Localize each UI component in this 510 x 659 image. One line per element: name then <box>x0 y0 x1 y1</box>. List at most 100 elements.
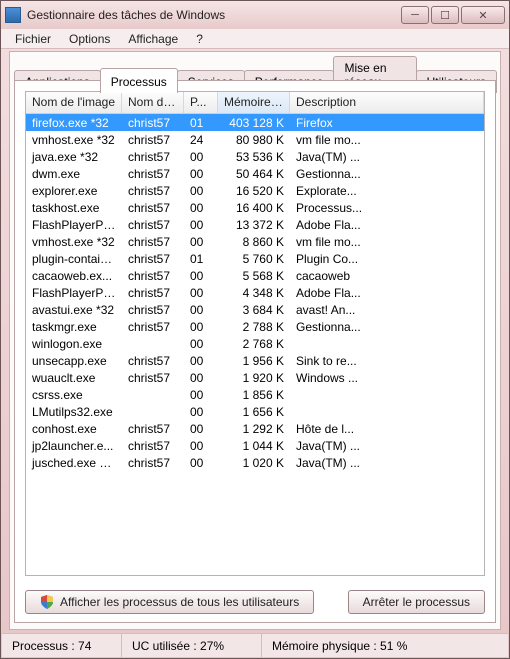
cell-memory: 403 128 K <box>218 116 290 130</box>
cell-user: christ57 <box>122 218 184 232</box>
cell-user: christ57 <box>122 286 184 300</box>
titlebar[interactable]: Gestionnaire des tâches de Windows ─ ☐ ✕ <box>1 1 509 29</box>
cell-user: christ57 <box>122 116 184 130</box>
menu-options[interactable]: Options <box>61 30 118 48</box>
table-row[interactable]: LMutilps32.exe001 656 K <box>26 403 484 420</box>
cell-memory: 1 956 K <box>218 354 290 368</box>
cell-description: Sink to re... <box>290 354 484 368</box>
cell-image-name: firefox.exe *32 <box>26 116 122 130</box>
window-title: Gestionnaire des tâches de Windows <box>27 8 401 22</box>
table-row[interactable]: avastui.exe *32christ57003 684 Kavast! A… <box>26 301 484 318</box>
table-row[interactable]: jusched.exe *32christ57001 020 KJava(TM)… <box>26 454 484 471</box>
minimize-button[interactable]: ─ <box>401 6 429 24</box>
show-all-users-label: Afficher les processus de tous les utili… <box>60 595 299 609</box>
cell-cpu: 00 <box>184 303 218 317</box>
cell-user: christ57 <box>122 371 184 385</box>
table-row[interactable]: vmhost.exe *32christ57008 860 Kvm file m… <box>26 233 484 250</box>
maximize-button[interactable]: ☐ <box>431 6 459 24</box>
cell-cpu: 00 <box>184 218 218 232</box>
list-body[interactable]: firefox.exe *32christ5701403 128 KFirefo… <box>26 114 484 575</box>
cell-image-name: explorer.exe <box>26 184 122 198</box>
cell-memory: 4 348 K <box>218 286 290 300</box>
uac-shield-icon <box>40 595 54 609</box>
cell-description: Adobe Fla... <box>290 286 484 300</box>
tab-processes[interactable]: Processus <box>100 68 178 93</box>
table-row[interactable]: java.exe *32christ570053 536 KJava(TM) .… <box>26 148 484 165</box>
table-row[interactable]: plugin-contain...christ57015 760 KPlugin… <box>26 250 484 267</box>
cell-image-name: vmhost.exe *32 <box>26 133 122 147</box>
cell-user: christ57 <box>122 201 184 215</box>
cell-image-name: java.exe *32 <box>26 150 122 164</box>
table-row[interactable]: csrss.exe001 856 K <box>26 386 484 403</box>
table-row[interactable]: vmhost.exe *32christ572480 980 Kvm file … <box>26 131 484 148</box>
cell-user: christ57 <box>122 269 184 283</box>
cell-image-name: plugin-contain... <box>26 252 122 266</box>
cell-user: christ57 <box>122 235 184 249</box>
cell-memory: 13 372 K <box>218 218 290 232</box>
close-button[interactable]: ✕ <box>461 6 505 24</box>
table-row[interactable]: explorer.exechrist570016 520 KExplorate.… <box>26 182 484 199</box>
cell-description: vm file mo... <box>290 235 484 249</box>
cell-memory: 16 400 K <box>218 201 290 215</box>
table-row[interactable]: jp2launcher.e...christ57001 044 KJava(TM… <box>26 437 484 454</box>
cell-description: Processus... <box>290 201 484 215</box>
column-user[interactable]: Nom d'u... <box>122 92 184 113</box>
table-row[interactable]: cacaoweb.ex...christ57005 568 Kcacaoweb <box>26 267 484 284</box>
cell-user: christ57 <box>122 303 184 317</box>
cell-image-name: dwm.exe <box>26 167 122 181</box>
table-row[interactable]: taskhost.exechrist570016 400 KProcessus.… <box>26 199 484 216</box>
cell-description: Adobe Fla... <box>290 218 484 232</box>
column-cpu[interactable]: P... <box>184 92 218 113</box>
status-memory: Mémoire physique : 51 % <box>262 634 508 657</box>
table-row[interactable]: conhost.exechrist57001 292 KHôte de l... <box>26 420 484 437</box>
column-memory[interactable]: Mémoire ... <box>218 92 290 113</box>
column-description[interactable]: Description <box>290 92 484 113</box>
table-row[interactable]: unsecapp.exechrist57001 956 KSink to re.… <box>26 352 484 369</box>
menu-help[interactable]: ? <box>188 30 211 48</box>
cell-user: christ57 <box>122 439 184 453</box>
cell-cpu: 00 <box>184 388 218 402</box>
cell-user: christ57 <box>122 167 184 181</box>
menu-file[interactable]: Fichier <box>7 30 59 48</box>
cell-memory: 50 464 K <box>218 167 290 181</box>
table-row[interactable]: winlogon.exe002 768 K <box>26 335 484 352</box>
cell-memory: 1 292 K <box>218 422 290 436</box>
list-header: Nom de l'image Nom d'u... P... Mémoire .… <box>26 92 484 114</box>
cell-user: christ57 <box>122 133 184 147</box>
cell-image-name: FlashPlayerPl... <box>26 286 122 300</box>
table-row[interactable]: wuauclt.exechrist57001 920 KWindows ... <box>26 369 484 386</box>
cell-description: Windows ... <box>290 371 484 385</box>
cell-memory: 5 760 K <box>218 252 290 266</box>
table-row[interactable]: dwm.exechrist570050 464 KGestionna... <box>26 165 484 182</box>
cell-description: Java(TM) ... <box>290 439 484 453</box>
show-all-users-button[interactable]: Afficher les processus de tous les utili… <box>25 590 314 614</box>
menu-view[interactable]: Affichage <box>120 30 186 48</box>
statusbar: Processus : 74 UC utilisée : 27% Mémoire… <box>2 633 508 657</box>
cell-image-name: avastui.exe *32 <box>26 303 122 317</box>
cell-description: Hôte de l... <box>290 422 484 436</box>
cell-image-name: taskhost.exe <box>26 201 122 215</box>
cell-image-name: cacaoweb.ex... <box>26 269 122 283</box>
client-area: Applications Processus Services Performa… <box>9 51 501 630</box>
end-process-button[interactable]: Arrêter le processus <box>348 590 485 614</box>
cell-user: christ57 <box>122 354 184 368</box>
cell-image-name: taskmgr.exe <box>26 320 122 334</box>
table-row[interactable]: taskmgr.exechrist57002 788 KGestionna... <box>26 318 484 335</box>
table-row[interactable]: FlashPlayerPl...christ570013 372 KAdobe … <box>26 216 484 233</box>
cell-cpu: 00 <box>184 184 218 198</box>
cell-description: Java(TM) ... <box>290 456 484 470</box>
cell-user: christ57 <box>122 184 184 198</box>
column-image-name[interactable]: Nom de l'image <box>26 92 122 113</box>
cell-cpu: 00 <box>184 150 218 164</box>
cell-cpu: 00 <box>184 320 218 334</box>
cell-description: cacaoweb <box>290 269 484 283</box>
cell-memory: 8 860 K <box>218 235 290 249</box>
table-row[interactable]: FlashPlayerPl...christ57004 348 KAdobe F… <box>26 284 484 301</box>
cell-cpu: 00 <box>184 456 218 470</box>
cell-cpu: 00 <box>184 269 218 283</box>
cell-image-name: vmhost.exe *32 <box>26 235 122 249</box>
task-manager-window: Gestionnaire des tâches de Windows ─ ☐ ✕… <box>0 0 510 659</box>
table-row[interactable]: firefox.exe *32christ5701403 128 KFirefo… <box>26 114 484 131</box>
process-list[interactable]: Nom de l'image Nom d'u... P... Mémoire .… <box>25 91 485 576</box>
cell-description: Plugin Co... <box>290 252 484 266</box>
